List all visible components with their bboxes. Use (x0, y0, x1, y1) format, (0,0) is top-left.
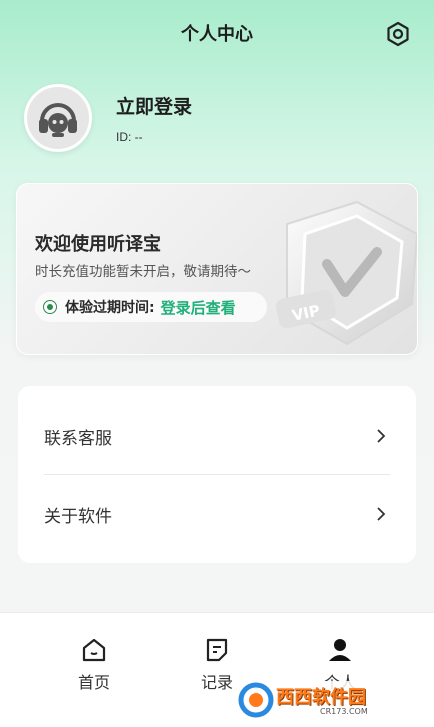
page-title: 个人中心 (181, 24, 253, 45)
chevron-right-icon (377, 429, 386, 443)
watermark: 西西软件园 CR173.COM (234, 681, 416, 719)
menu-item-label: 联系客服 (44, 428, 112, 449)
headset-avatar-icon (39, 103, 77, 137)
chevron-right-icon (377, 507, 386, 521)
nav-label-home: 首页 (77, 673, 110, 692)
expire-login-link[interactable]: 登录后查看 (161, 297, 236, 318)
document-icon (206, 638, 228, 662)
watermark-sub: CR173.COM (320, 707, 368, 716)
home-icon (82, 638, 106, 662)
login-link[interactable]: 立即登录 (116, 92, 192, 119)
vip-welcome-title: 欢迎使用听译宝 (35, 234, 161, 255)
menu-item-about[interactable]: 关于软件 (18, 484, 416, 544)
status-dot-icon (43, 300, 57, 314)
menu-divider (44, 474, 390, 475)
top-header: 个人中心 (0, 0, 434, 64)
menu-item-contact-support[interactable]: 联系客服 (18, 406, 416, 466)
user-icon (329, 639, 351, 661)
watermark-logo-icon (238, 682, 274, 718)
vip-description: 时长充值功能暂未开启，敬请期待～ (35, 264, 251, 280)
vip-shield-icon: VIP (276, 200, 417, 346)
vip-expire-pill: 体验过期时间: 登录后查看 (35, 292, 267, 322)
menu-item-label: 关于软件 (44, 506, 112, 527)
gear-icon (387, 21, 409, 47)
settings-button[interactable] (384, 20, 412, 48)
watermark-text: 西西软件园 (276, 687, 366, 708)
vip-card: VIP 欢迎使用听译宝 时长充值功能暂未开启，敬请期待～ 体验过期时间: 登录后… (16, 183, 418, 355)
avatar[interactable] (24, 84, 92, 152)
user-id: ID: -- (116, 130, 143, 144)
nav-tab-home[interactable]: 首页 (54, 613, 134, 703)
expire-label: 体验过期时间: (65, 300, 155, 316)
menu-card: 联系客服 关于软件 (18, 386, 416, 563)
